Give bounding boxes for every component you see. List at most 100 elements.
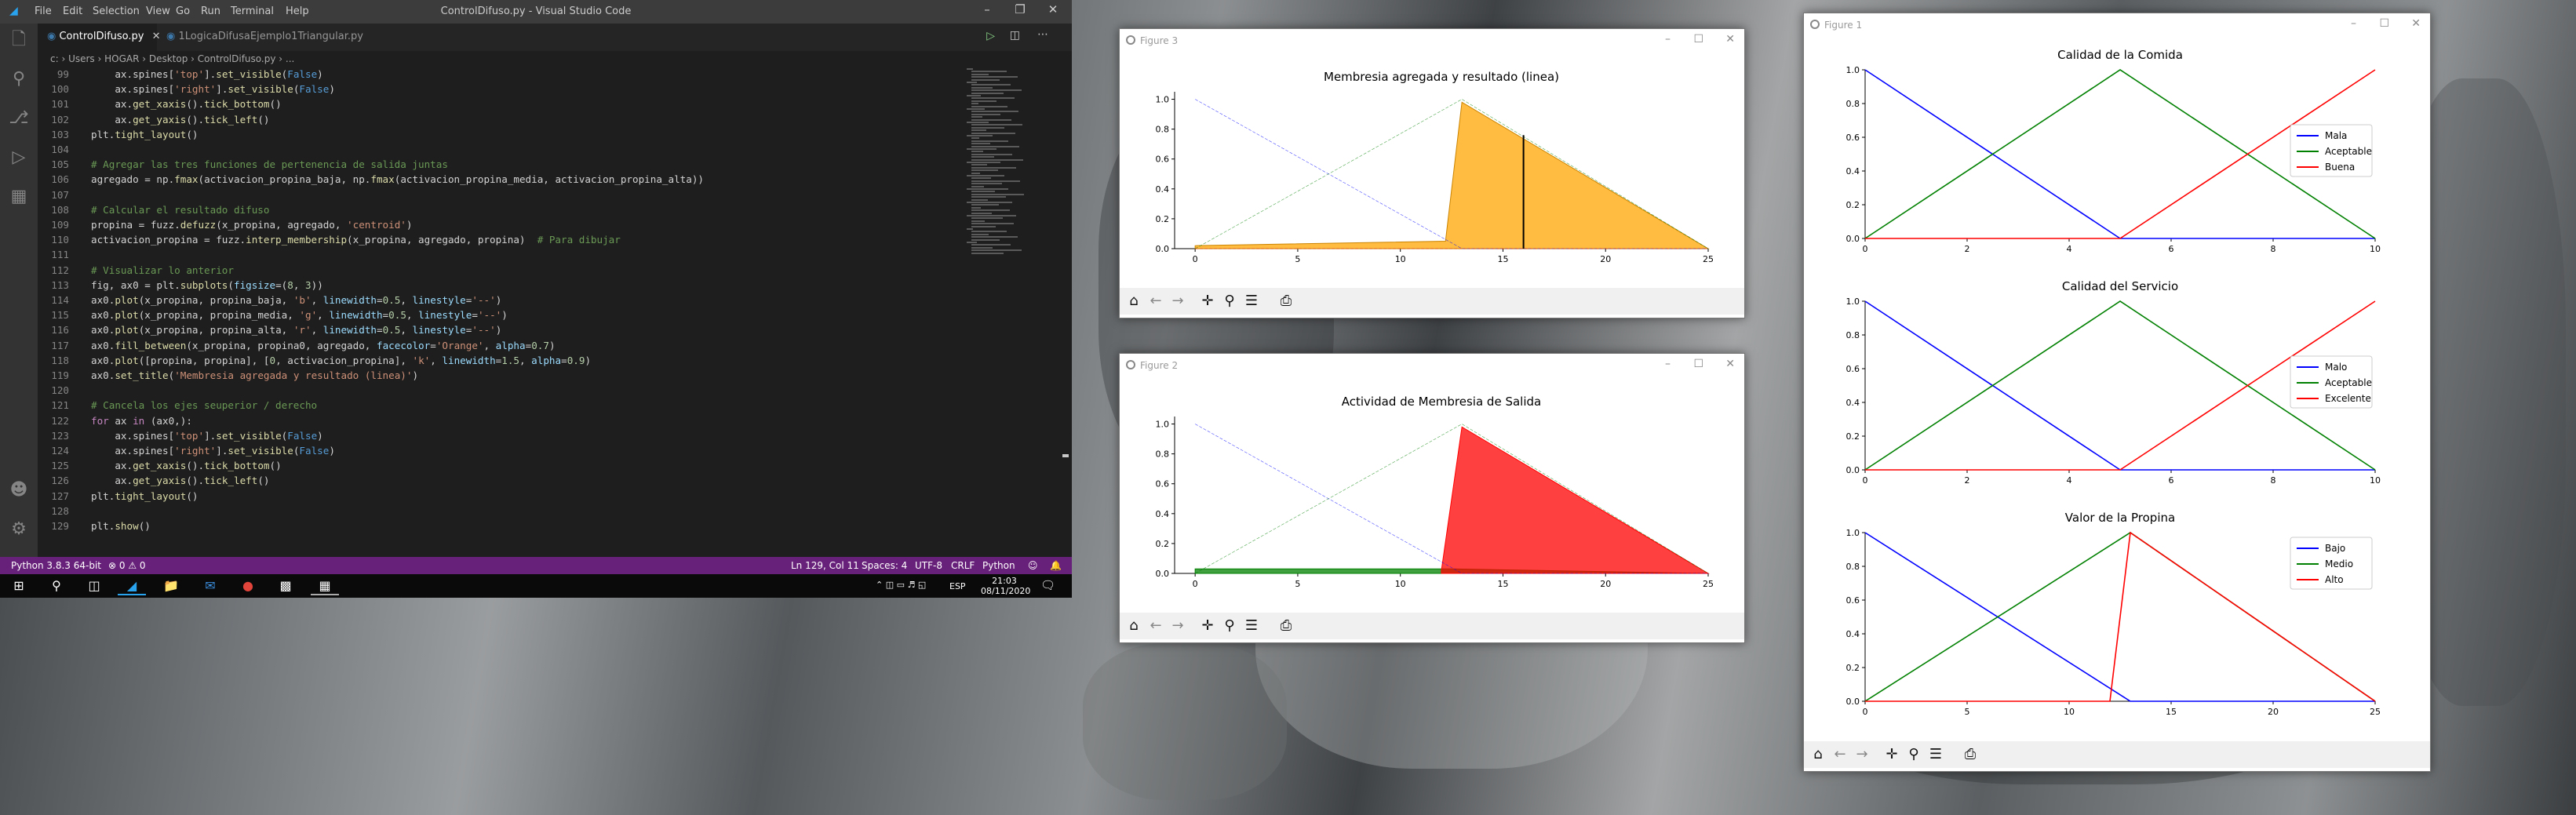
minimize-button[interactable]: – (2351, 17, 2356, 30)
indentation[interactable]: Spaces: 4 (862, 560, 907, 571)
clock[interactable]: 21:03 08/11/2020 (981, 576, 1030, 596)
code-line[interactable]: 117 ax0.fill_between(x_propina, propina0,… (38, 340, 964, 355)
python-figures-icon[interactable]: ▦ (311, 577, 339, 595)
back-icon[interactable]: ← (1831, 745, 1849, 764)
maximize-button[interactable]: ☐ (1693, 358, 1703, 370)
code-line[interactable]: 107 (38, 189, 964, 204)
scrollbar[interactable] (1061, 68, 1070, 557)
code-line[interactable]: 118 ax0.plot([propina, propina], [0, acti… (38, 355, 964, 369)
code-line[interactable]: 126 ax.get_yaxis().tick_left() (38, 475, 964, 489)
close-button[interactable]: ✕ (1725, 33, 1735, 45)
code-line[interactable]: 110 activacion_propina = fuzz.interp_memb… (38, 234, 964, 249)
line-ending[interactable]: CRLF (951, 560, 975, 571)
configure-subplots-icon[interactable]: ☰ (1242, 292, 1261, 311)
code-line[interactable]: 100 ax.spines['right'].set_visible(False… (38, 83, 964, 98)
settings-gear-icon[interactable]: ⚙ (7, 518, 31, 541)
code-line[interactable]: 108 # Calcular el resultado difuso (38, 204, 964, 219)
breadcrumb[interactable]: c: › Users › HOGAR › Desktop › ControlDi… (38, 51, 964, 68)
code-line[interactable]: 128 (38, 505, 964, 520)
code-line[interactable]: 122 for ax in (ax0,): (38, 415, 964, 430)
code-line[interactable]: 111 (38, 249, 964, 264)
code-line[interactable]: 125 ax.get_xaxis().tick_bottom() (38, 460, 964, 475)
pan-icon[interactable]: ✛ (1198, 617, 1217, 635)
close-button[interactable]: ✕ (1725, 358, 1735, 370)
code-line[interactable]: 105 # Agregar las tres funciones de perte… (38, 158, 964, 173)
back-icon[interactable]: ← (1146, 292, 1165, 311)
mail-icon[interactable]: ✉ (196, 577, 224, 595)
home-icon[interactable]: ⌂ (1809, 745, 1827, 764)
file-explorer-icon[interactable]: 📁 (157, 577, 185, 595)
code-line[interactable]: 104 (38, 144, 964, 158)
cursor-position[interactable]: Ln 129, Col 11 (791, 560, 859, 571)
minimap[interactable] (967, 68, 1059, 264)
pan-icon[interactable]: ✛ (1198, 292, 1217, 311)
account-icon[interactable]: ☻ (7, 478, 31, 502)
tab-controldifuso[interactable]: ◉ ControlDifuso.py ✕ (38, 24, 161, 51)
problems-indicator[interactable]: ⊗ 0 ⚠ 0 (108, 560, 146, 571)
code-line[interactable]: 106 agregado = np.fmax(activacion_propina… (38, 173, 964, 188)
python-interpreter[interactable]: Python 3.8.3 64-bit (11, 560, 101, 571)
forward-icon[interactable]: → (1168, 617, 1187, 635)
code-line[interactable]: 127 plt.tight_layout() (38, 490, 964, 505)
code-line[interactable]: 99 ax.spines['top'].set_visible(False) (38, 68, 964, 83)
code-line[interactable]: 114 ax0.plot(x_propina, propina_baja, 'b'… (38, 294, 964, 309)
more-actions-icon[interactable]: ⋯ (1037, 28, 1048, 41)
code-line[interactable]: 103 plt.tight_layout() (38, 129, 964, 144)
save-icon[interactable]: ⎙ (1961, 745, 1980, 764)
close-button[interactable]: ✕ (1037, 2, 1069, 16)
code-line[interactable]: 102 ax.get_yaxis().tick_left() (38, 114, 964, 129)
split-editor-icon[interactable]: ◫ (1010, 29, 1020, 42)
search-icon[interactable]: ⚲ (7, 67, 31, 91)
maximize-button[interactable]: ☐ (2379, 17, 2389, 30)
code-line[interactable]: 119 ax0.set_title('Membresia agregada y r… (38, 369, 964, 384)
code-line[interactable]: 109 propina = fuzz.defuzz(x_propina, agre… (38, 219, 964, 234)
feedback-icon[interactable]: ☺ (1028, 560, 1038, 571)
language-mode[interactable]: Python (982, 560, 1015, 571)
save-icon[interactable]: ⎙ (1277, 617, 1295, 635)
configure-subplots-icon[interactable]: ☰ (1926, 745, 1945, 764)
close-button[interactable]: ✕ (2411, 17, 2421, 30)
code-line[interactable]: 129 plt.show() (38, 520, 964, 535)
code-line[interactable]: 113 fig, ax0 = plt.subplots(figsize=(8, 3… (38, 279, 964, 294)
run-debug-icon[interactable]: ▷ (7, 146, 31, 169)
forward-icon[interactable]: → (1168, 292, 1187, 311)
zoom-icon[interactable]: ⚲ (1220, 292, 1239, 311)
forward-icon[interactable]: → (1853, 745, 1871, 764)
back-icon[interactable]: ← (1146, 617, 1165, 635)
configure-subplots-icon[interactable]: ☰ (1242, 617, 1261, 635)
vscode-taskbar-icon[interactable]: ◢ (118, 577, 146, 595)
zoom-icon[interactable]: ⚲ (1220, 617, 1239, 635)
explorer-icon[interactable]: 🗋 (7, 28, 31, 52)
code-line[interactable]: 101 ax.get_xaxis().tick_bottom() (38, 98, 964, 113)
pan-icon[interactable]: ✛ (1882, 745, 1901, 764)
home-icon[interactable]: ⌂ (1124, 292, 1143, 311)
chrome-icon[interactable]: ● (234, 577, 262, 595)
run-file-icon[interactable]: ▷ (986, 30, 995, 42)
maximize-button[interactable]: ❐ (1004, 2, 1036, 16)
terminal-icon[interactable]: ▩ (271, 577, 300, 595)
extensions-icon[interactable]: ▦ (7, 185, 31, 209)
code-line[interactable]: 124 ax.spines['right'].set_visible(False… (38, 445, 964, 460)
task-view-icon[interactable]: ◫ (80, 577, 108, 595)
code-line[interactable]: 115 ax0.plot(x_propina, propina_media, 'g… (38, 309, 964, 324)
tray-icons[interactable]: ⌃ ◫ ▭ ♬ ◱ (876, 580, 926, 590)
search-icon[interactable]: ⚲ (42, 577, 71, 595)
code-line[interactable]: 120 (38, 384, 964, 399)
code-editor[interactable]: 99 ax.spines['top'].set_visible(False) 10… (38, 68, 964, 557)
notifications-icon[interactable]: 🔔 (1050, 560, 1062, 571)
tab-logica-difusa[interactable]: ◉ 1LogicaDifusaEjemplo1Triangular.py (157, 24, 363, 51)
code-line[interactable]: 112 # Visualizar lo anterior (38, 264, 964, 279)
save-icon[interactable]: ⎙ (1277, 292, 1295, 311)
zoom-icon[interactable]: ⚲ (1904, 745, 1923, 764)
minimize-button[interactable]: – (1665, 358, 1671, 370)
minimize-button[interactable]: – (971, 2, 1003, 16)
keyboard-language[interactable]: ESP (949, 581, 966, 591)
code-line[interactable]: 116 ax0.plot(x_propina, propina_alta, 'r'… (38, 324, 964, 339)
code-line[interactable]: 123 ax.spines['top'].set_visible(False) (38, 430, 964, 445)
maximize-button[interactable]: ☐ (1693, 33, 1703, 45)
minimize-button[interactable]: – (1665, 33, 1671, 45)
windows-start-icon[interactable]: ⊞ (5, 577, 33, 595)
source-control-icon[interactable]: ⎇ (7, 107, 31, 130)
encoding[interactable]: UTF-8 (915, 560, 942, 571)
action-center-icon[interactable]: 🗨 (1040, 578, 1055, 592)
